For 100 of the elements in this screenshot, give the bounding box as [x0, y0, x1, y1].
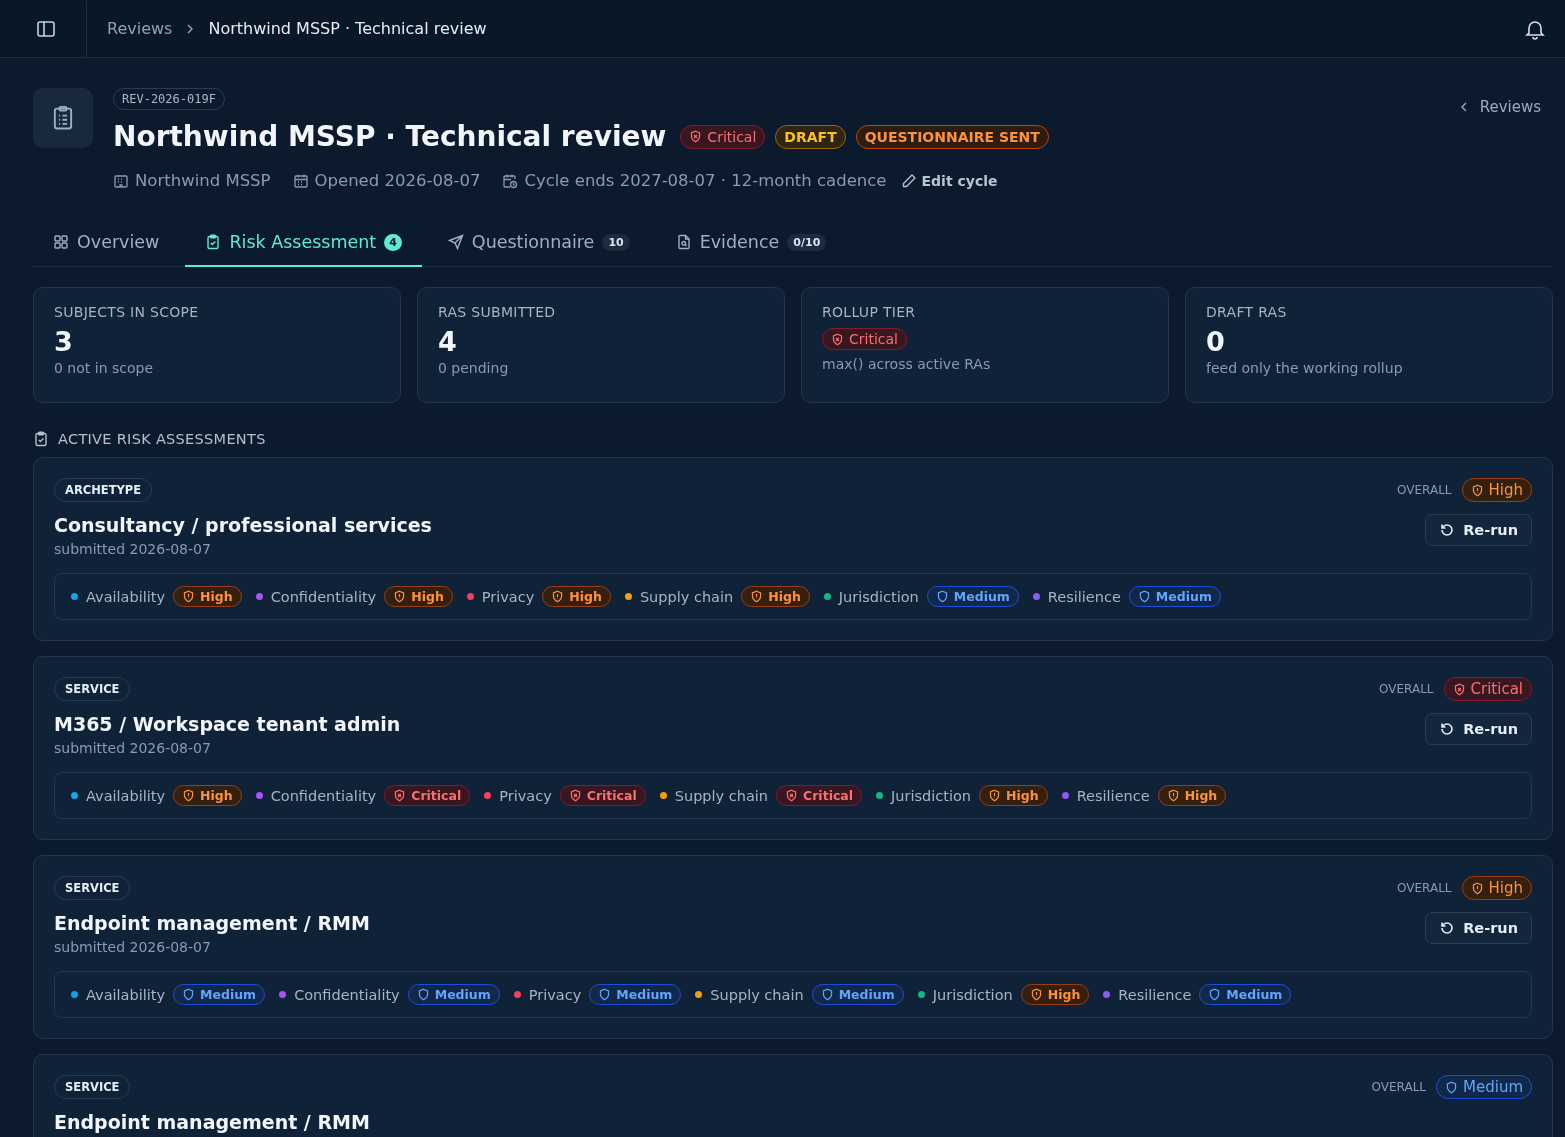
severity-badge: Critical: [1443, 677, 1532, 701]
refresh-icon: [1439, 920, 1456, 936]
dimension-name: Privacy: [499, 787, 552, 804]
rerun-button[interactable]: Re-run: [1425, 912, 1532, 944]
stat-value: 4: [438, 326, 458, 358]
stat-label: RAS SUBMITTED: [438, 304, 557, 320]
dimension-name: Privacy: [528, 986, 582, 1003]
tab[interactable]: Overview: [33, 220, 180, 267]
tab[interactable]: Risk Assessment 4: [185, 220, 422, 267]
clipboard-check-icon: [33, 431, 49, 447]
severity-badge: Critical: [680, 124, 766, 149]
dimension-name: Availability: [86, 986, 166, 1003]
severity-badge: Critical: [384, 785, 471, 806]
assessment-title: Endpoint management / RMM: [54, 1111, 370, 1133]
shield-icon: [820, 988, 834, 1001]
dimension-name: Jurisdiction: [891, 787, 972, 804]
severity-badge: High: [1461, 876, 1532, 900]
stat-note: 0 pending: [438, 360, 510, 376]
severity-badge: QUESTIONNAIRE SENT: [855, 124, 1049, 149]
severity-badge: Medium: [589, 984, 682, 1005]
severity-badge: High: [741, 586, 810, 607]
stat-label: SUBJECTS IN SCOPE: [54, 304, 200, 320]
meta-text: Northwind MSSP: [135, 171, 271, 190]
dimension-name: Availability: [86, 588, 166, 605]
submitted-date: submitted 2026-08-07: [54, 541, 212, 557]
shield-icon: [182, 789, 196, 802]
rerun-button[interactable]: Re-run: [1425, 713, 1532, 745]
refresh-icon: [1439, 721, 1456, 737]
shield-icon: [1137, 590, 1151, 603]
shield-icon: [1452, 682, 1466, 696]
count-badge: 4: [384, 233, 402, 251]
section-title: ACTIVE RISK ASSESSMENTS: [58, 431, 266, 447]
severity-badge: High: [1020, 984, 1090, 1005]
severity-badge: Critical: [776, 785, 863, 806]
dimension-name: Resilience: [1047, 588, 1121, 605]
dimension-name: Availability: [86, 787, 166, 804]
dimension-name: Confidentiality: [294, 986, 400, 1003]
meta-text: Cycle ends 2027-08-07 · 12-month cadence: [524, 171, 887, 190]
dimension-name: Resilience: [1118, 986, 1192, 1003]
edit-cycle-link[interactable]: Edit cycle: [900, 172, 998, 189]
severity-badge: Critical: [822, 328, 907, 350]
tab[interactable]: Questionnaire 10: [427, 220, 650, 267]
severity-badge: Critical: [559, 785, 646, 806]
severity-badge: DRAFT: [775, 124, 846, 149]
overall-label: OVERALL: [1379, 682, 1434, 696]
submitted-date: submitted 2026-08-07: [54, 939, 212, 955]
stat-label: DRAFT RAS: [1206, 304, 1288, 320]
send-icon: [447, 234, 464, 250]
shield-icon: [1029, 988, 1043, 1001]
dimension-name: Resilience: [1076, 787, 1150, 804]
overall-label: OVERALL: [1371, 1080, 1426, 1094]
calendar-icon: [292, 172, 309, 189]
shield-icon: [182, 988, 196, 1001]
pencil-icon: [900, 172, 917, 189]
dimension-name: Supply chain: [710, 986, 804, 1003]
shield-icon: [1166, 789, 1180, 802]
dimension-name: Jurisdiction: [838, 588, 919, 605]
grid-icon: [53, 234, 69, 250]
shield-icon: [831, 332, 844, 346]
dimension-name: Privacy: [481, 588, 535, 605]
shield-icon: [1470, 881, 1484, 895]
dimension-name: Confidentiality: [270, 588, 377, 605]
shield-icon: [689, 130, 703, 143]
dimension-name: Jurisdiction: [932, 986, 1013, 1003]
shield-icon: [568, 789, 582, 802]
shield-icon: [785, 789, 799, 802]
tab[interactable]: Evidence 0/10: [655, 220, 847, 267]
overall-label: OVERALL: [1397, 881, 1452, 895]
shield-icon: [393, 590, 407, 603]
breadcrumb-item: Northwind MSSP · Technical review: [208, 19, 487, 38]
shield-icon: [988, 789, 1002, 802]
file-search-icon: [675, 234, 692, 250]
shield-icon: [598, 988, 612, 1001]
stat-note: max() across active RAs: [822, 356, 992, 372]
sidebar-toggle-icon[interactable]: [36, 18, 56, 39]
stat-note: 0 not in scope: [54, 360, 154, 376]
rerun-button[interactable]: Re-run: [1425, 514, 1532, 546]
severity-badge: High: [979, 785, 1048, 806]
shield-icon: [750, 590, 764, 603]
stat-value: 0: [1206, 326, 1226, 358]
count-badge: 10: [602, 233, 630, 251]
shield-icon: [935, 590, 949, 603]
back-link[interactable]: Reviews: [1457, 98, 1541, 116]
assessment-title: M365 / Workspace tenant admin: [54, 713, 401, 735]
severity-badge: Medium: [926, 586, 1019, 607]
severity-badge: High: [384, 586, 453, 607]
shield-icon: [1445, 1080, 1458, 1094]
breadcrumb-item[interactable]: Reviews: [107, 19, 173, 38]
stat-label: ROLLUP TIER: [822, 304, 917, 320]
severity-badge: High: [173, 785, 242, 806]
dimension-name: Supply chain: [674, 787, 769, 804]
assessment-title: Endpoint management / RMM: [54, 912, 370, 934]
severity-badge: Medium: [407, 984, 500, 1005]
stat-value: 3: [54, 326, 74, 358]
dimension-name: Confidentiality: [270, 787, 377, 804]
shield-icon: [393, 789, 407, 802]
severity-badge: Medium: [1199, 984, 1292, 1005]
clipboard-check-icon: [205, 234, 222, 250]
severity-badge: High: [1157, 785, 1227, 806]
submitted-date: submitted 2026-08-07: [54, 740, 212, 756]
